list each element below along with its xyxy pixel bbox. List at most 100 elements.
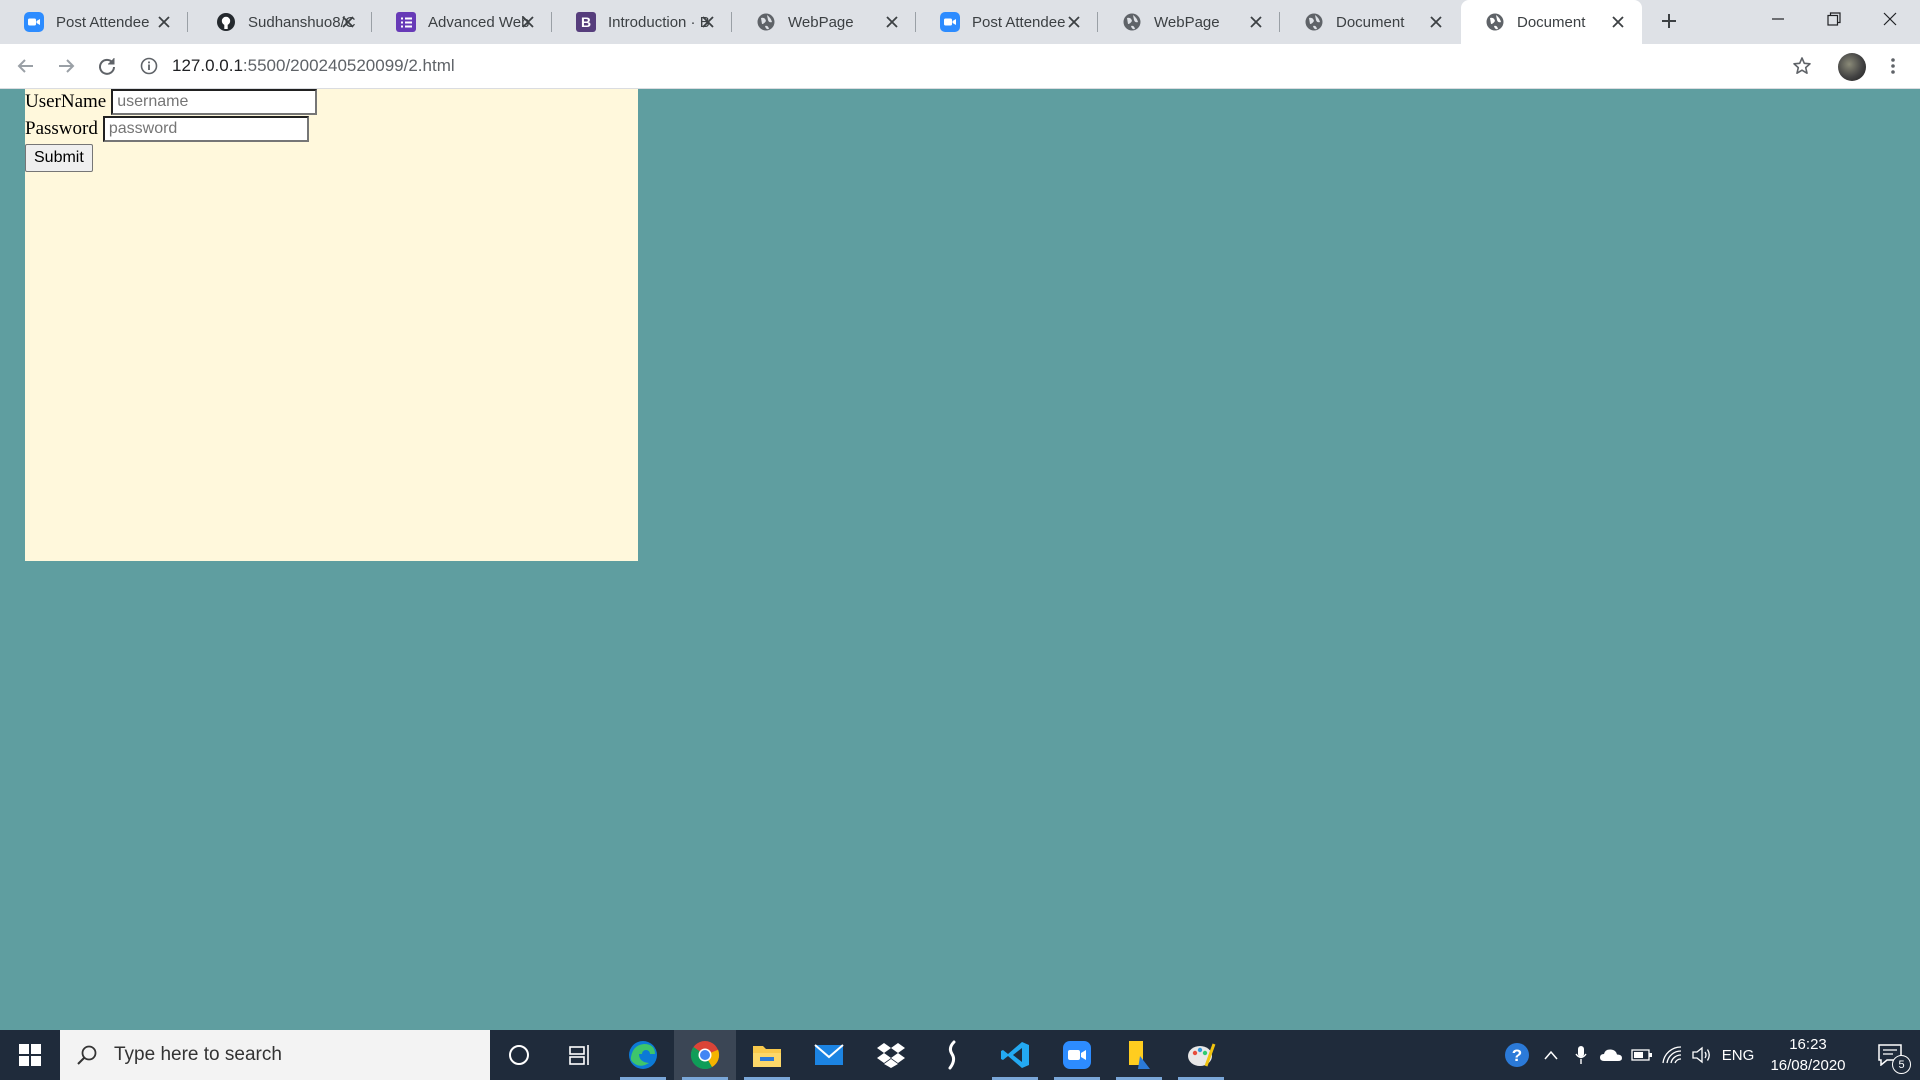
github-icon [216,12,236,32]
bootstrap-icon: B [576,12,596,32]
taskbar-dropbox[interactable] [860,1030,922,1080]
microphone-icon [1575,1046,1587,1064]
username-input[interactable] [111,89,318,115]
cloud-icon [1600,1049,1622,1061]
address-bar[interactable]: 127.0.0.1:5500/200240520099/2.html [140,51,455,81]
submit-button[interactable]: Submit [25,144,93,172]
taskbar-app[interactable] [922,1030,984,1080]
battery-tray-button[interactable] [1628,1030,1656,1080]
arrow-left-icon [17,59,33,73]
svg-text:B: B [581,14,591,30]
reload-icon [99,58,115,75]
start-button[interactable] [0,1030,60,1080]
close-icon[interactable] [1426,12,1446,32]
taskbar-paint[interactable] [1170,1030,1232,1080]
svg-text:?: ? [1512,1046,1522,1065]
username-label: UserName [25,91,107,112]
search-icon [76,1044,98,1066]
restore-icon [1827,12,1841,26]
taskbar-clock[interactable]: 16:23 16/08/2020 [1760,1030,1856,1080]
arrow-right-icon [59,59,75,73]
app-icon [948,1040,956,1070]
cortana-button[interactable] [488,1030,550,1080]
language-indicator: ENG [1721,1046,1755,1064]
dropbox-icon [877,1043,905,1068]
tab-post-attendee-2[interactable]: Post Attendee [916,0,1098,44]
help-tray-button[interactable]: ? [1500,1030,1534,1080]
taskbar-vscode[interactable] [984,1030,1046,1080]
taskbar-search[interactable]: Type here to search [60,1030,490,1080]
close-icon[interactable] [1608,12,1628,32]
globe-icon [1122,12,1142,32]
taskbar-file-explorer[interactable] [736,1030,798,1080]
password-input[interactable] [102,116,309,142]
language-tray-button[interactable]: ENG [1718,1030,1758,1080]
windows-icon [19,1044,41,1066]
show-hidden-icons-button[interactable] [1538,1030,1564,1080]
zoom-icon [940,12,960,32]
close-icon[interactable] [698,12,718,32]
taskbar-mail[interactable] [798,1030,860,1080]
mail-icon [814,1044,844,1065]
reload-button[interactable] [91,50,123,82]
notification-count-badge: 5 [1892,1055,1911,1074]
password-label: Password [25,118,98,139]
search-placeholder: Type here to search [114,1044,282,1065]
username-row: UserName [25,89,318,115]
restore-button[interactable] [1806,0,1862,38]
minimize-button[interactable] [1750,0,1806,38]
help-icon: ? [1505,1043,1529,1067]
close-icon[interactable] [338,12,358,32]
forward-button[interactable] [50,50,82,82]
new-tab-button[interactable] [1654,6,1684,36]
tab-document-1[interactable]: Document [1280,0,1460,44]
back-button[interactable] [10,50,42,82]
tab-document-active[interactable]: Document [1461,0,1642,44]
file-explorer-icon [753,1046,781,1067]
close-icon[interactable] [518,12,538,32]
zoom-icon [1063,1041,1091,1069]
tab-introduction-bootstrap[interactable]: B Introduction · B [552,0,732,44]
tab-advanced-web[interactable]: Advanced Web [372,0,552,44]
action-center-button[interactable]: 5 [1864,1030,1916,1080]
taskbar-sticky-notes[interactable] [1108,1030,1170,1080]
globe-icon [1304,12,1324,32]
more-vertical-icon [1891,58,1895,74]
paint-icon [1188,1043,1216,1067]
battery-icon [1631,1049,1652,1061]
taskbar-edge[interactable] [612,1030,674,1080]
task-view-icon [569,1045,589,1065]
globe-icon [756,12,776,32]
speaker-icon [1692,1046,1710,1064]
page-viewport: UserName Password Submit [0,89,1920,1030]
close-icon[interactable] [1246,12,1266,32]
bookmark-star-button[interactable] [1786,50,1818,82]
taskbar-chrome[interactable] [674,1030,736,1080]
microphone-tray-button[interactable] [1568,1030,1594,1080]
info-icon[interactable] [140,57,158,75]
browser-toolbar: 127.0.0.1:5500/200240520099/2.html [0,44,1920,89]
task-view-button[interactable] [550,1030,612,1080]
profile-avatar[interactable] [1838,53,1866,81]
taskbar-zoom[interactable] [1046,1030,1108,1080]
chrome-icon [690,1041,720,1070]
wifi-tray-button[interactable] [1658,1030,1686,1080]
close-icon[interactable] [154,12,174,32]
close-icon[interactable] [1064,12,1084,32]
volume-tray-button[interactable] [1688,1030,1716,1080]
vscode-icon [1001,1042,1029,1068]
plus-icon [1662,14,1676,28]
tab-post-attendee-1[interactable]: Post Attendee [0,0,188,44]
clock-time: 16:23 [1789,1036,1827,1053]
url-path: :5500/200240520099/2.html [242,56,455,75]
tab-github[interactable]: Sudhanshuo8/C [192,0,372,44]
window-close-button[interactable] [1862,0,1918,38]
tab-webpage-2[interactable]: WebPage [1098,0,1280,44]
password-row: Password [25,116,309,142]
clock-date: 16/08/2020 [1770,1057,1846,1074]
close-icon[interactable] [882,12,902,32]
onedrive-tray-button[interactable] [1596,1030,1626,1080]
menu-button[interactable] [1877,50,1909,82]
close-icon [1883,12,1897,26]
tab-webpage-1[interactable]: WebPage [732,0,916,44]
